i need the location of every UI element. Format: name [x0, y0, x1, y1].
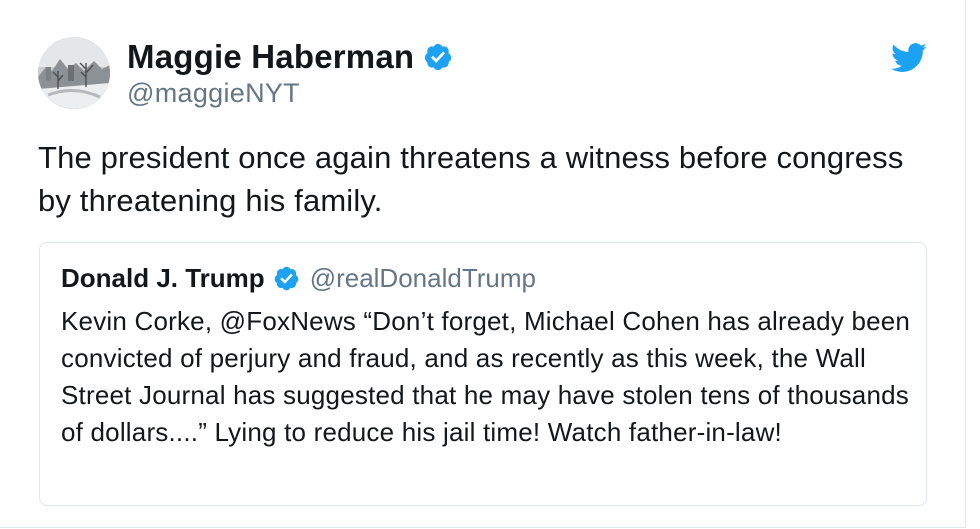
quoted-author-handle[interactable]: @realDonaldTrump: [310, 263, 536, 294]
author-avatar[interactable]: [38, 37, 110, 109]
tweet-text: The president once again threatens a wit…: [38, 140, 904, 218]
quoted-tweet-text: Kevin Corke, @FoxNews “Don’t forget, Mic…: [61, 306, 911, 447]
tweet-author[interactable]: Maggie Haberman @maggieNYT: [127, 38, 453, 109]
quoted-verified-badge-icon: [273, 265, 300, 292]
twitter-bird-icon[interactable]: [891, 43, 927, 73]
quoted-tweet-header: Donald J. Trump @realDonaldTrump: [61, 263, 536, 294]
tweet-card[interactable]: Maggie Haberman @maggieNYT The president…: [0, 0, 966, 528]
quoted-author-name[interactable]: Donald J. Trump: [61, 263, 265, 294]
author-handle[interactable]: @maggieNYT: [127, 78, 453, 109]
avatar-image: [38, 37, 110, 109]
author-name[interactable]: Maggie Haberman: [127, 38, 414, 76]
author-name-row: Maggie Haberman: [127, 38, 453, 76]
quoted-tweet[interactable]: Donald J. Trump @realDonaldTrump Kevin C…: [39, 242, 927, 506]
verified-badge-icon: [423, 42, 453, 72]
